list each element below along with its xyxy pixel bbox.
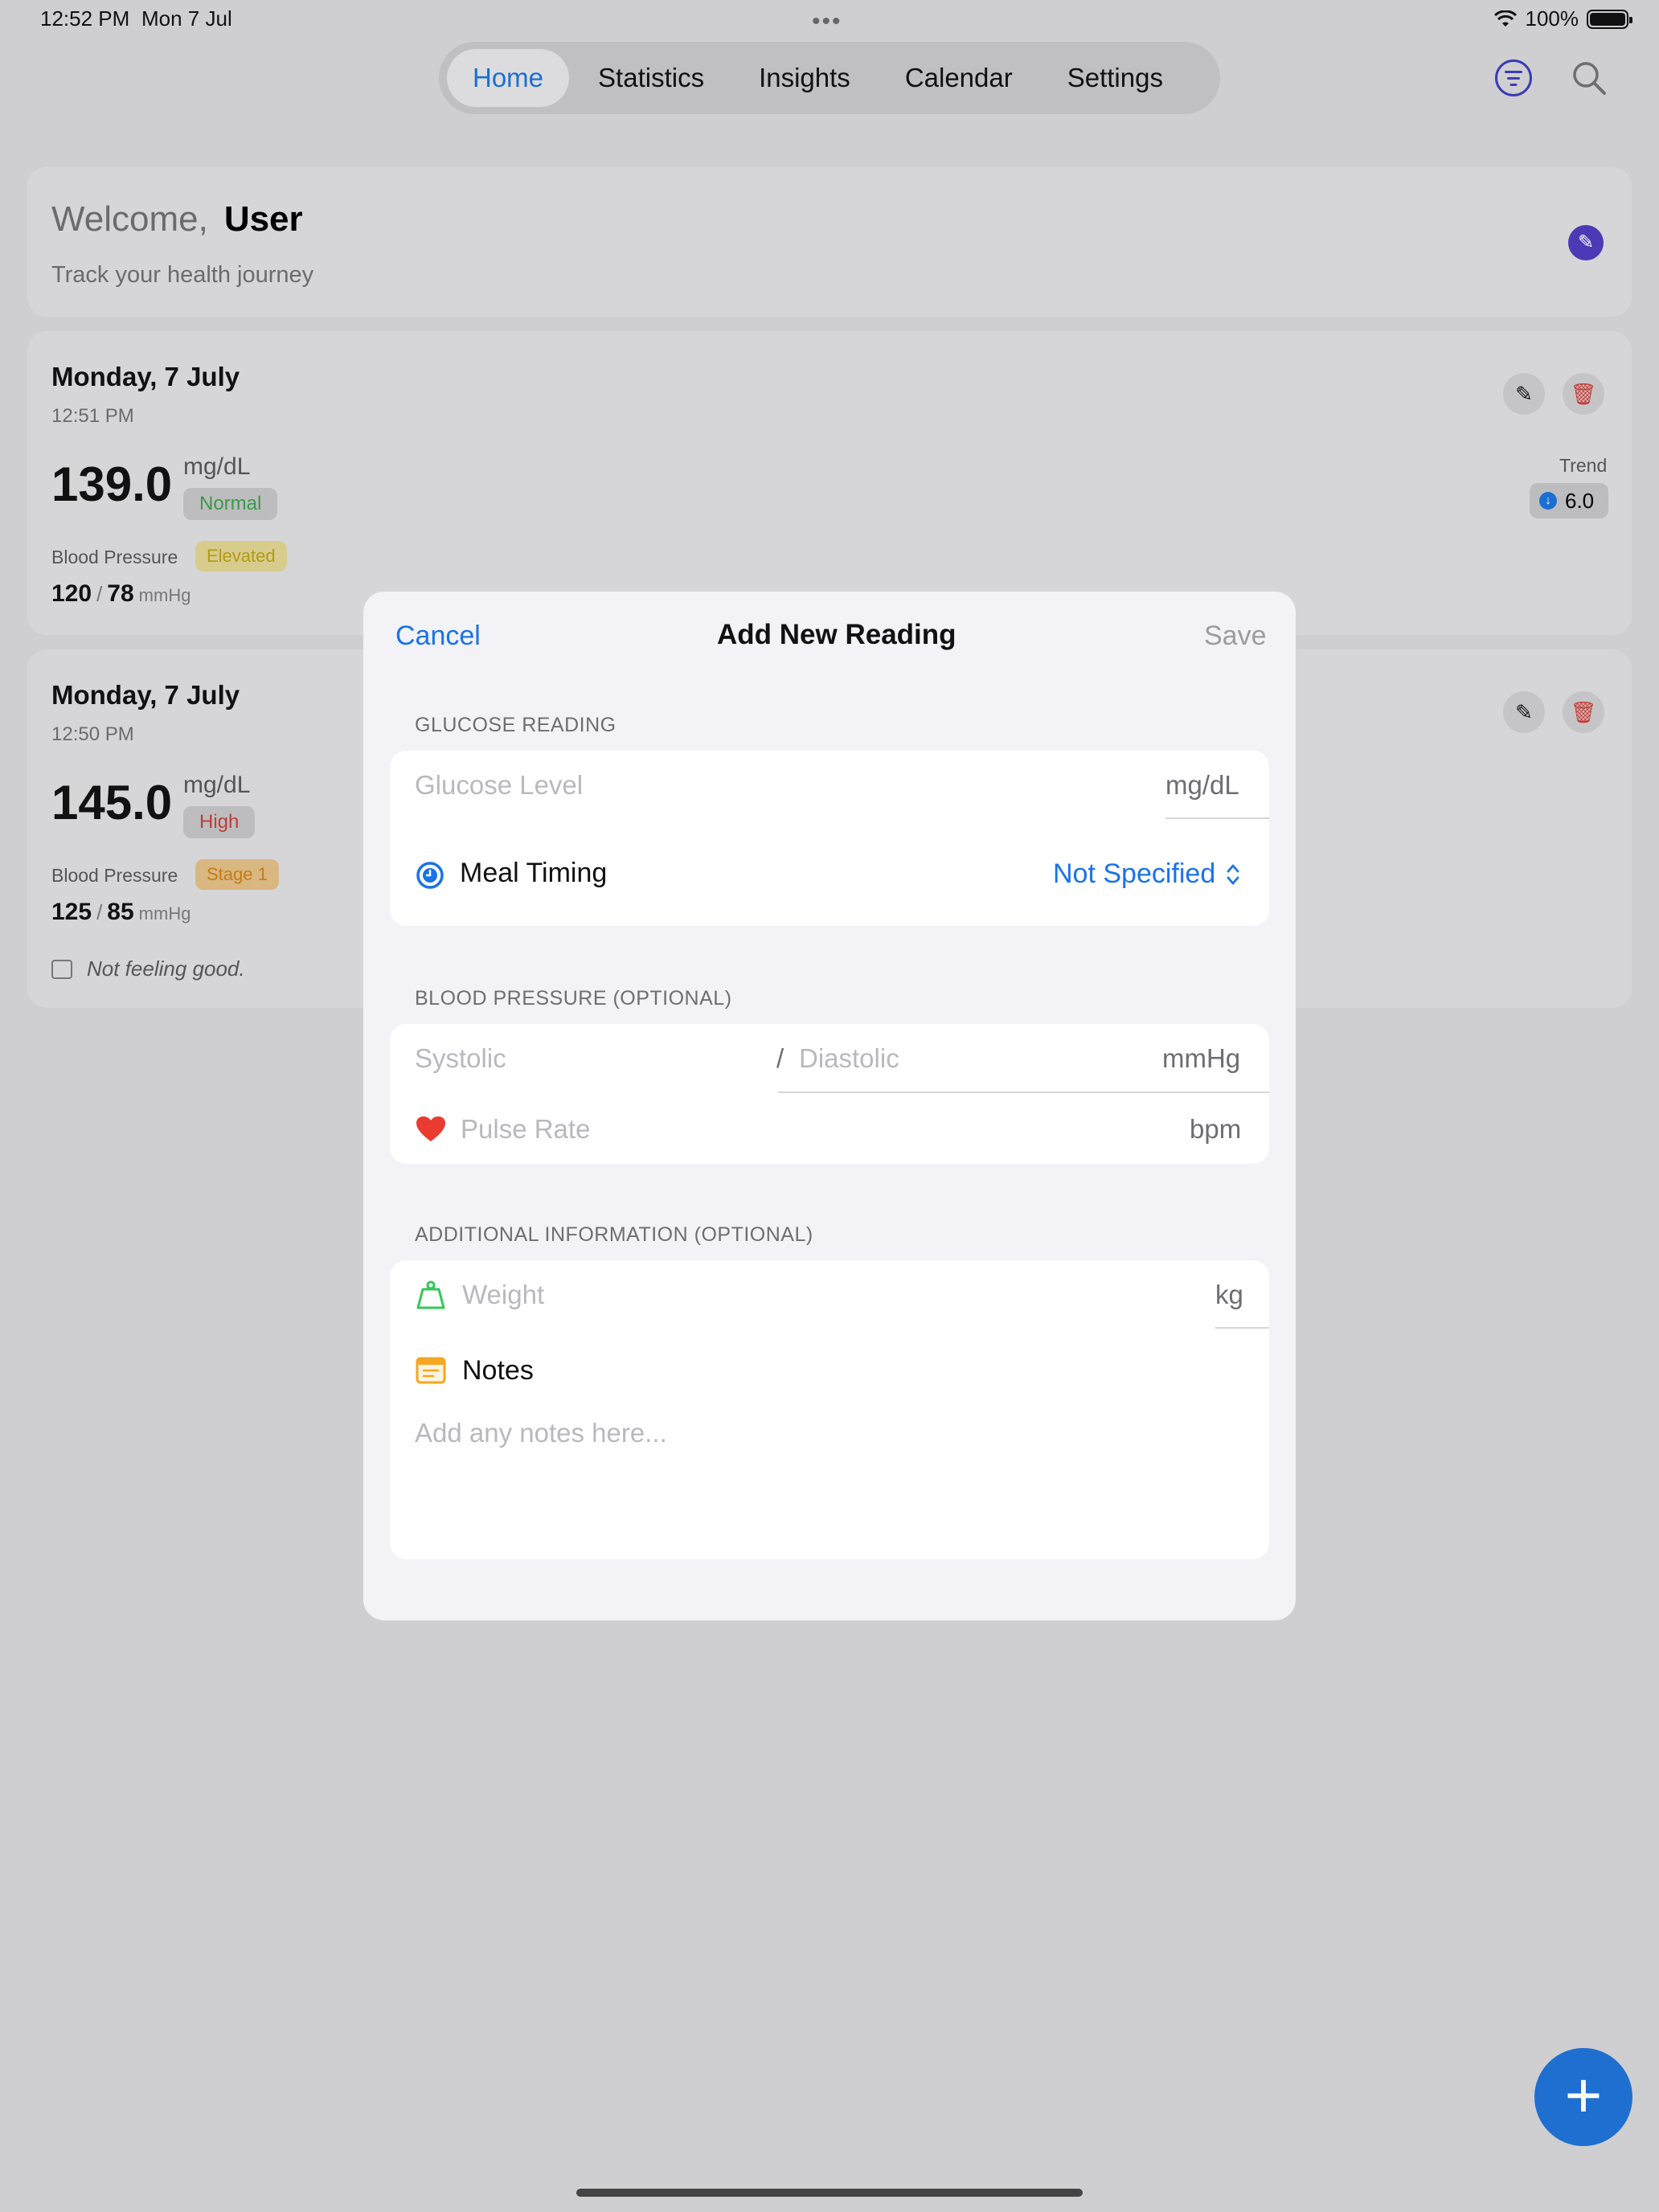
edit-profile-button[interactable]: ✎ [1568,225,1604,260]
meal-timing-label: Meal Timing [460,858,608,888]
glucose-value: 145.0 [51,776,173,830]
section-header-glucose: GLUCOSE READING [415,714,616,736]
notes-label: Notes [462,1355,534,1386]
battery-icon [1587,9,1632,29]
note-text: Not feeling good. [87,956,245,981]
filter-icon[interactable] [1495,59,1532,96]
tab-insights[interactable]: Insights [733,49,876,107]
section-header-blood-pressure: BLOOD PRESSURE (OPTIONAL) [415,987,732,1010]
welcome-heading: Welcome, User [51,199,303,240]
pulse-rate-input[interactable]: Pulse Rate [461,1114,590,1145]
trash-icon: 🗑 [1570,700,1597,724]
welcome-card [27,167,1632,317]
status-badge: High [183,806,256,838]
status-date: Mon 7 Jul [141,6,232,31]
wifi-icon [1493,10,1517,27]
glucose-field-underline [1165,817,1269,819]
sheet-title: Add New Reading [717,619,956,650]
weight-scale-icon [416,1280,445,1309]
reading-time: 12:50 PM [51,723,134,745]
delete-reading-button[interactable]: 🗑 [1563,373,1604,415]
search-icon[interactable] [1571,59,1608,96]
trend-badge: ↓ 6.0 [1530,483,1608,518]
section-header-additional: ADDITIONAL INFORMATION (OPTIONAL) [415,1223,813,1246]
edit-reading-button[interactable]: ✎ [1503,691,1545,733]
diastolic-value: 78 [107,580,134,607]
weight-field-underline [1215,1327,1269,1329]
delete-reading-button[interactable]: 🗑 [1563,691,1604,733]
multitasking-dots-icon[interactable]: ••• [812,8,842,35]
tab-home[interactable]: Home [447,49,570,107]
tab-settings[interactable]: Settings [1042,49,1189,107]
glucose-value: 139.0 [51,457,173,511]
systolic-value: 120 [51,580,92,607]
trend-value: 6.0 [1565,489,1595,513]
tab-bar: Home Statistics Insights Calendar Settin… [439,42,1220,114]
diastolic-value: 85 [107,899,134,925]
bp-value: 125/85 mmHg [51,899,191,925]
heart-icon [416,1116,445,1141]
bp-unit: mmHg [138,585,191,605]
chevron-up-down-icon[interactable] [1226,862,1240,887]
reading-time: 12:51 PM [51,405,134,427]
status-time: 12:52 PM [40,6,130,31]
bp-unit-label: mmHg [1162,1043,1241,1073]
add-reading-button[interactable]: + [1534,2048,1632,2146]
home-indicator[interactable] [576,2189,1083,2197]
trash-icon: 🗑 [1570,382,1597,406]
bp-unit: mmHg [138,903,191,924]
bp-status-badge: Stage 1 [195,859,279,890]
tab-calendar[interactable]: Calendar [879,49,1038,107]
plus-icon: + [1564,2059,1603,2131]
bp-status-badge: Elevated [195,541,287,571]
reading-date: Monday, 7 July [51,680,240,710]
status-badge: Normal [183,488,278,520]
systolic-input[interactable]: Systolic [415,1043,506,1074]
systolic-value: 125 [51,899,92,925]
notes-icon [416,1357,446,1384]
notes-textarea[interactable]: Add any notes here... [415,1418,1251,1546]
glucose-unit: mg/dL [183,772,251,798]
trend-label: Trend [1559,455,1608,476]
bp-value: 120/78 mmHg [51,580,191,607]
tab-statistics[interactable]: Statistics [572,49,730,107]
cancel-button[interactable]: Cancel [395,621,481,652]
weight-input[interactable]: Weight [462,1280,544,1310]
reading-card[interactable] [27,331,1632,635]
edit-reading-button[interactable]: ✎ [1503,373,1545,415]
bp-field-underline [778,1092,1269,1093]
bp-separator: / [776,1043,784,1073]
welcome-subtitle: Track your health journey [51,262,314,288]
save-button[interactable]: Save [1204,621,1267,652]
pencil-icon: ✎ [1515,382,1533,406]
glucose-level-input[interactable]: Glucose Level [415,770,583,801]
note-icon [51,959,72,979]
weight-unit-label: kg [1215,1280,1243,1309]
arrow-down-icon: ↓ [1539,492,1557,510]
status-indicators: 100% [1493,6,1632,31]
clock-icon [416,862,444,889]
pencil-icon: ✎ [1577,231,1595,253]
bp-label: Blood Pressure [51,547,178,567]
diastolic-input[interactable]: Diastolic [799,1043,899,1074]
glucose-unit-label: mg/dL [1165,770,1239,800]
pencil-icon: ✎ [1515,700,1533,724]
glucose-unit: mg/dL [183,453,251,480]
pulse-unit-label: bpm [1190,1114,1242,1144]
battery-percent: 100% [1525,6,1579,31]
meal-timing-picker[interactable]: Not Specified [1053,858,1215,890]
bp-label: Blood Pressure [51,865,178,886]
reading-date: Monday, 7 July [51,362,240,391]
user-name: User [223,199,303,239]
reading-note: Not feeling good. [51,956,245,981]
welcome-greeting: Welcome, [51,199,208,239]
